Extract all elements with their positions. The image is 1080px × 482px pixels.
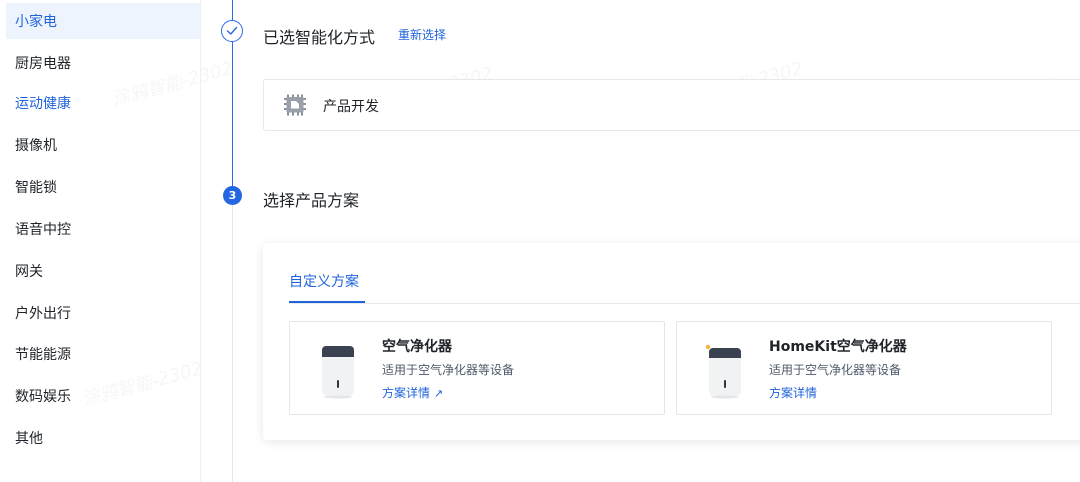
sidebar-item-smart-lock[interactable]: 智能锁 [6, 169, 200, 205]
sidebar-item-label: 厨房电器 [15, 56, 71, 72]
selected-method-card: 产品开发 [263, 79, 1080, 131]
sidebar-item-digital-entertainment[interactable]: 数码娱乐 [6, 378, 200, 414]
sidebar-item-camera[interactable]: 摄像机 [6, 127, 200, 163]
product-development-label: 产品开发 [323, 99, 379, 115]
sidebar-item-label: 数码娱乐 [15, 389, 71, 405]
sidebar-item-outdoor[interactable]: 户外出行 [6, 295, 200, 331]
sidebar-item-label: 语音中控 [15, 222, 71, 238]
choose-scheme-title: 选择产品方案 [263, 191, 360, 210]
sidebar-item-gateway[interactable]: 网关 [6, 253, 200, 289]
scheme-name: HomeKit空气净化器 [769, 339, 907, 355]
step-connector [232, 0, 233, 20]
scheme-detail-label: 方案详情 [382, 386, 431, 400]
sidebar-item-voice-control[interactable]: 语音中控 [6, 211, 200, 247]
category-sidebar: 小家电 厨房电器 运动健康 摄像机 智能锁 语音中控 网关 户外出行 节能能源 … [0, 0, 201, 482]
tab-custom-scheme[interactable]: 自定义方案 [289, 271, 359, 291]
sidebar-item-label: 节能能源 [15, 347, 71, 363]
chip-icon [284, 94, 306, 116]
sidebar-item-sports-health[interactable]: 运动健康 [6, 85, 200, 121]
sidebar-item-small-appliance[interactable]: 小家电 [6, 3, 200, 39]
sidebar-item-label: 摄像机 [15, 138, 57, 154]
sidebar-item-label: 运动健康 [15, 96, 71, 112]
step-number-badge: 3 [223, 186, 242, 205]
scheme-detail-link[interactable]: 方案详情 ↗ [382, 384, 443, 401]
scheme-description: 适用于空气净化器等设备 [769, 363, 902, 377]
check-icon [226, 26, 238, 35]
air-purifier-image [322, 346, 354, 399]
solution-card: 自定义方案 空气净化器 适用于空气净化器等设备 方案详情 ↗ HomeKit空气… [263, 243, 1080, 440]
step-connector [232, 42, 233, 186]
scheme-card-air-purifier[interactable]: 空气净化器 适用于空气净化器等设备 方案详情 ↗ [289, 321, 665, 415]
sidebar-item-label: 网关 [15, 264, 43, 280]
sidebar-item-kitchen[interactable]: 厨房电器 [6, 45, 200, 81]
homekit-air-purifier-image [705, 344, 741, 399]
scheme-name: 空气净化器 [382, 339, 452, 355]
scheme-detail-link[interactable]: 方案详情 [769, 384, 817, 401]
scheme-description: 适用于空气净化器等设备 [382, 363, 515, 377]
step-connector [232, 205, 233, 482]
step-completed-indicator [221, 20, 243, 42]
sidebar-item-label: 智能锁 [15, 180, 57, 196]
external-link-icon: ↗ [433, 387, 444, 400]
selected-method-title: 已选智能化方式 [263, 28, 376, 47]
sidebar-item-label: 其他 [15, 431, 43, 447]
page: 小家电 厨房电器 运动健康 摄像机 智能锁 语音中控 网关 户外出行 节能能源 … [0, 0, 1080, 482]
tab-active-indicator [289, 301, 365, 303]
scheme-card-homekit-air-purifier[interactable]: HomeKit空气净化器 适用于空气净化器等设备 方案详情 [676, 321, 1052, 415]
tab-divider [289, 303, 1080, 304]
sidebar-item-energy[interactable]: 节能能源 [6, 336, 200, 372]
sidebar-item-label: 小家电 [15, 14, 57, 30]
sidebar-item-label: 户外出行 [15, 306, 71, 322]
sidebar-item-other[interactable]: 其他 [6, 420, 200, 456]
reselect-link[interactable]: 重新选择 [398, 26, 446, 43]
